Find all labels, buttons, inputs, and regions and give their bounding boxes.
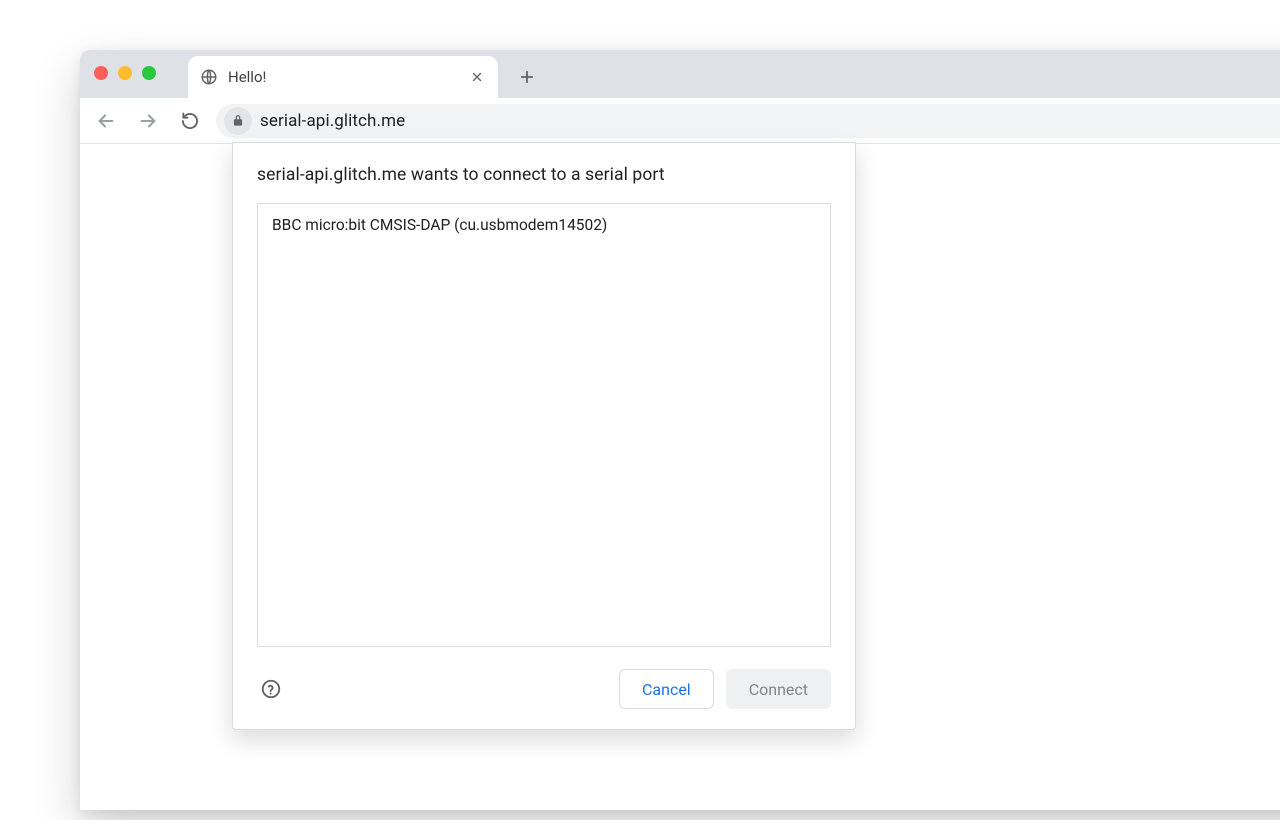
serial-port-permission-dialog: serial-api.glitch.me wants to connect to… <box>232 142 856 730</box>
device-list-item[interactable]: BBC micro:bit CMSIS-DAP (cu.usbmodem1450… <box>258 204 830 246</box>
browser-tab[interactable]: Hello! <box>188 56 498 98</box>
reload-button[interactable] <box>174 105 206 137</box>
forward-button[interactable] <box>132 105 164 137</box>
dialog-footer: Cancel Connect <box>257 669 831 709</box>
globe-icon <box>200 68 218 86</box>
browser-window: Hello! <box>80 50 1280 810</box>
window-minimize-button[interactable] <box>118 66 132 80</box>
back-button[interactable] <box>90 105 122 137</box>
dialog-title: serial-api.glitch.me wants to connect to… <box>257 165 831 185</box>
connect-button[interactable]: Connect <box>726 669 831 709</box>
window-close-button[interactable] <box>94 66 108 80</box>
new-tab-button[interactable] <box>512 62 542 92</box>
url-text: serial-api.glitch.me <box>260 111 405 131</box>
tab-title: Hello! <box>228 68 458 86</box>
window-zoom-button[interactable] <box>142 66 156 80</box>
toolbar: serial-api.glitch.me <box>80 98 1280 144</box>
page-content: serial-api.glitch.me wants to connect to… <box>80 144 1280 810</box>
address-bar[interactable]: serial-api.glitch.me <box>216 104 1280 138</box>
device-list[interactable]: BBC micro:bit CMSIS-DAP (cu.usbmodem1450… <box>257 203 831 647</box>
site-info-button[interactable] <box>224 107 252 135</box>
window-controls <box>94 66 156 80</box>
tab-strip: Hello! <box>80 50 1280 98</box>
tab-close-button[interactable] <box>468 68 486 86</box>
help-button[interactable] <box>257 675 285 703</box>
cancel-button[interactable]: Cancel <box>619 669 714 709</box>
